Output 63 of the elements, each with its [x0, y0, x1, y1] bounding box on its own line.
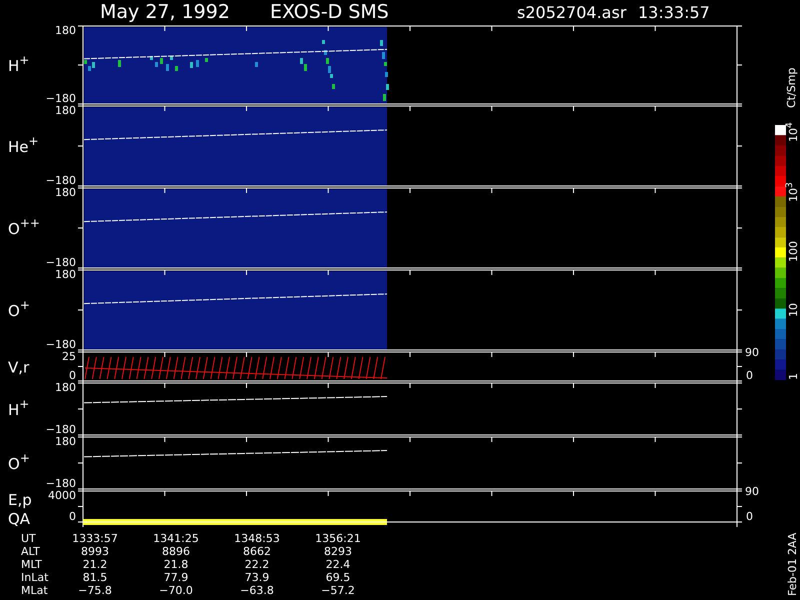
axis-tick-label: 180	[55, 381, 76, 394]
footer-value: 1341:25	[153, 532, 199, 545]
footer-value: 73.9	[244, 571, 270, 584]
panel-label: E,p	[8, 491, 32, 509]
axis-tick-label: 0	[69, 510, 76, 523]
axis-tick-label: −180	[46, 477, 76, 490]
axis-tick-label: −180	[46, 92, 76, 105]
footer-value: 1356:21	[315, 532, 361, 545]
panel-label: O$^{++}$	[8, 216, 40, 238]
colorbar-label: 10	[787, 303, 800, 317]
footer-row-label: InLat	[21, 571, 48, 584]
footer-value: 8993	[81, 545, 109, 558]
footer-value: −63.8	[240, 584, 274, 597]
footer-row-label: MLT	[21, 558, 42, 571]
axis-tick-label: 90	[745, 485, 759, 498]
footer-value: −70.0	[159, 584, 193, 597]
axis-tick-label: 180	[55, 268, 76, 281]
panel-label: He$^{+}$	[8, 134, 39, 156]
colorbar-label: 1	[787, 373, 800, 380]
colorbar-label: 100	[787, 241, 800, 262]
footer-value: 8662	[243, 545, 271, 558]
footer-value: −57.2	[321, 584, 355, 597]
panel-label: O$^{+}$	[8, 451, 30, 473]
footer-row-label: MLat	[21, 584, 48, 597]
axis-tick-label: 180	[55, 104, 76, 117]
axis-tick-label: 180	[55, 24, 76, 37]
footer-value: 77.9	[164, 571, 188, 584]
axis-tick-label: −180	[46, 423, 76, 436]
unit-label: Ct/Smp	[785, 68, 798, 108]
axis-tick-label: 0	[746, 369, 753, 382]
panel-label: QA	[8, 510, 30, 528]
footer-value: 21.8	[164, 558, 188, 571]
axis-tick-label: −180	[46, 256, 76, 269]
mission-name: EXOS-D SMS	[270, 1, 389, 23]
axis-tick-label: −180	[46, 338, 76, 351]
axis-tick-label: 25	[62, 350, 76, 363]
plot-date: May 27, 1992	[100, 1, 230, 23]
footer-value: 8896	[162, 545, 190, 558]
footer-value: 69.5	[326, 571, 350, 584]
file-name: s2052704.asr	[517, 3, 626, 22]
axis-tick-label: 4000	[48, 489, 76, 502]
axis-tick-label: 0	[746, 510, 753, 523]
footer-value: 22.2	[244, 558, 270, 571]
footer-value: 1333:57	[72, 532, 118, 545]
axis-tick-label: 180	[55, 435, 76, 448]
footer-row-label: UT	[21, 532, 36, 545]
plot-time: 13:33:57	[638, 3, 710, 22]
axis-tick-label: 180	[55, 186, 76, 199]
footer-value: 81.5	[82, 571, 108, 584]
stamp-text: Feb-01 2AA	[786, 532, 799, 596]
panel-label: H$^{+}$	[8, 53, 30, 75]
footer-value: 1348:53	[234, 532, 280, 545]
footer-value: 21.2	[82, 558, 108, 571]
footer-value: 22.4	[326, 558, 350, 571]
footer-value: 8293	[324, 545, 352, 558]
axis-tick-label: 90	[745, 346, 759, 359]
footer-value: −75.8	[78, 584, 112, 597]
axis-tick-label: −180	[46, 174, 76, 187]
panel-label: O$^{+}$	[8, 298, 30, 320]
panel-label: V,r	[8, 358, 30, 376]
footer-row-label: ALT	[21, 545, 40, 558]
axis-tick-label: 0	[69, 369, 76, 382]
panel-label: H$^{+}$	[8, 397, 30, 419]
